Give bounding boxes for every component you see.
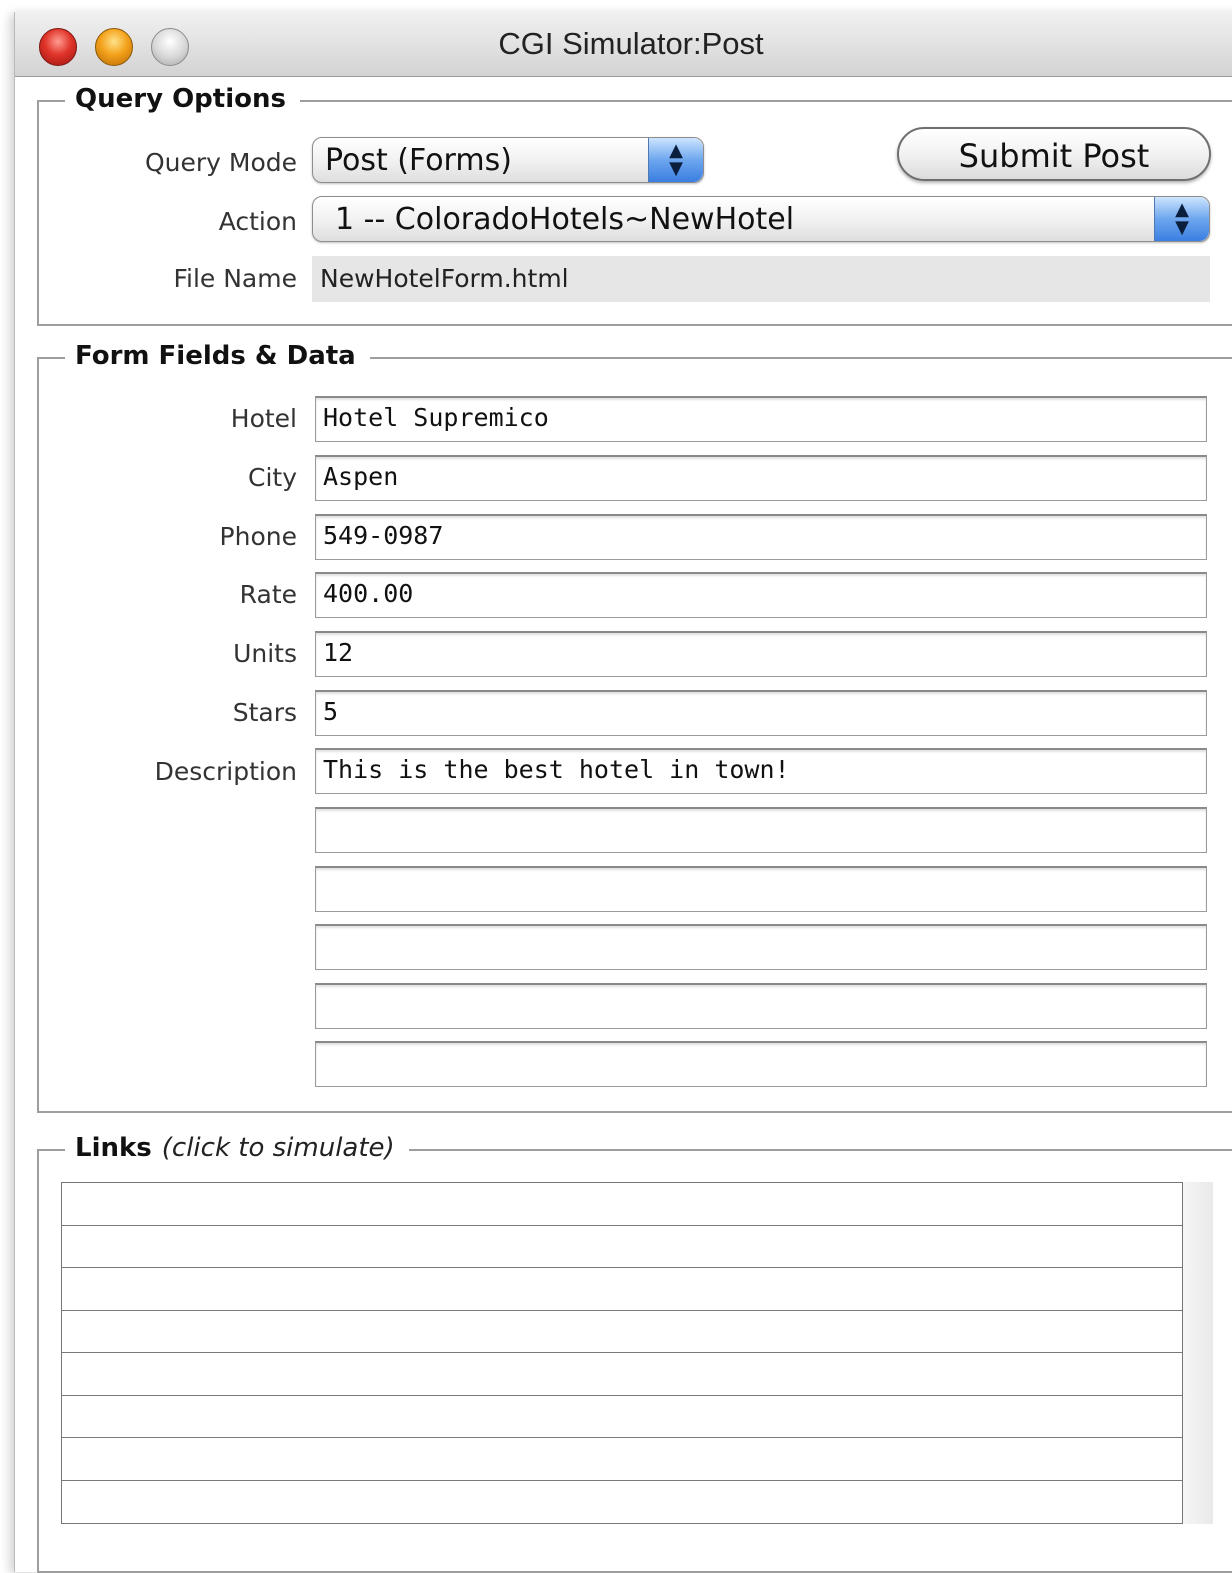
- action-select[interactable]: 1 -- ColoradoHotels~NewHotel ▲ ▼: [312, 196, 1210, 242]
- list-item[interactable]: [62, 1481, 1182, 1524]
- field-label: Units: [233, 639, 297, 668]
- field-label: Stars: [232, 698, 297, 727]
- query-mode-select[interactable]: Post (Forms) ▲ ▼: [312, 137, 704, 183]
- action-label: Action: [218, 207, 297, 236]
- popup-arrows-icon: ▲ ▼: [648, 138, 703, 182]
- list-item[interactable]: [62, 1183, 1182, 1226]
- list-item[interactable]: [62, 1311, 1182, 1353]
- links-legend-title: Links: [75, 1133, 152, 1163]
- action-value: 1 -- ColoradoHotels~NewHotel: [335, 202, 795, 237]
- list-item[interactable]: [62, 1353, 1182, 1396]
- field-input[interactable]: 400.00: [315, 572, 1207, 618]
- list-item[interactable]: [62, 1268, 1182, 1311]
- links-list[interactable]: [61, 1182, 1183, 1524]
- window-title: CGI Simulator:Post: [498, 26, 764, 61]
- field-label: Hotel: [230, 404, 297, 433]
- title-bar[interactable]: CGI Simulator:Post: [15, 12, 1232, 77]
- field-label: Description: [154, 757, 297, 786]
- cgi-simulator-window: CGI Simulator:Post Query Options Query M…: [14, 12, 1232, 1573]
- field-input[interactable]: [315, 807, 1207, 853]
- popup-arrows-icon: ▲ ▼: [1154, 197, 1209, 241]
- field-input[interactable]: Hotel Supremico: [315, 396, 1207, 442]
- list-item[interactable]: [62, 1226, 1182, 1268]
- file-name-label: File Name: [173, 264, 297, 293]
- list-item[interactable]: [62, 1438, 1182, 1481]
- query-mode-label: Query Mode: [144, 148, 297, 177]
- field-input[interactable]: 549-0987: [315, 514, 1207, 560]
- form-fields-legend: Form Fields & Data: [65, 341, 370, 371]
- list-item[interactable]: [62, 1396, 1182, 1438]
- field-input[interactable]: Aspen: [315, 455, 1207, 501]
- links-scrollbar[interactable]: [1183, 1182, 1213, 1524]
- query-mode-value: Post (Forms): [325, 143, 512, 178]
- field-input[interactable]: [315, 924, 1207, 970]
- field-label: Rate: [239, 580, 297, 609]
- field-input[interactable]: 5: [315, 690, 1207, 736]
- field-input[interactable]: 12: [315, 631, 1207, 677]
- links-legend: Links (click to simulate): [65, 1133, 409, 1163]
- field-label: Phone: [219, 522, 297, 551]
- field-input[interactable]: [315, 866, 1207, 912]
- field-label: City: [248, 463, 297, 492]
- field-input[interactable]: [315, 983, 1207, 1029]
- field-input[interactable]: [315, 1041, 1207, 1087]
- file-name-value: NewHotelForm.html: [312, 256, 1210, 302]
- submit-post-button[interactable]: Submit Post: [897, 127, 1211, 181]
- query-options-legend: Query Options: [65, 84, 300, 114]
- links-legend-hint: (click to simulate): [161, 1133, 395, 1163]
- field-input[interactable]: This is the best hotel in town!: [315, 748, 1207, 794]
